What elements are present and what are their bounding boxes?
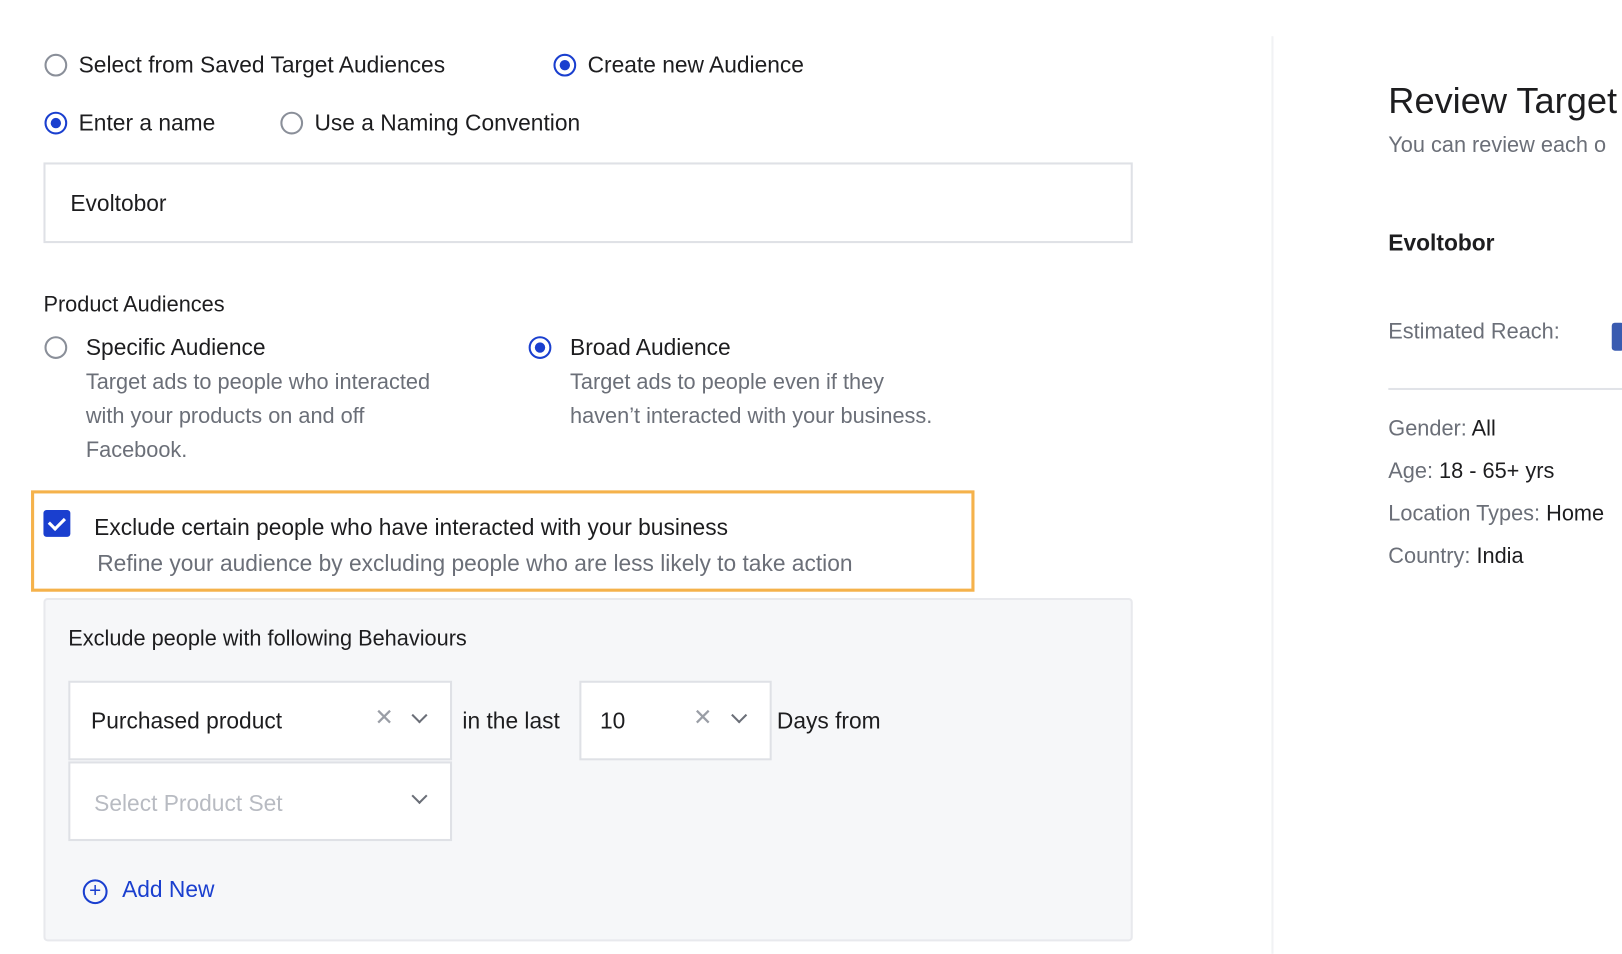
exclude-description: Refine your audience by excluding people… [97, 550, 853, 577]
option-description: Target ads to people who interacted with … [85, 370, 431, 463]
radio-saved-audiences[interactable] [44, 53, 68, 77]
radio-label: Broad Audience [570, 334, 731, 361]
name-value: Evoltobor [70, 190, 167, 217]
radio-label: Enter a name [78, 109, 216, 136]
review-subtitle: You can review each o [1388, 133, 1607, 158]
reach-indicator [1611, 322, 1622, 351]
radio-enter-name[interactable] [44, 111, 68, 135]
product-set-placeholder: Select Product Set [94, 790, 283, 817]
behaviour-value: Purchased product [91, 707, 283, 734]
option-description: Target ads to people even if they haven’t… [570, 370, 933, 429]
radio-label: Use a Naming Convention [314, 109, 581, 136]
clear-icon[interactable]: ✕ [693, 704, 712, 731]
radio-create-audience[interactable] [553, 53, 577, 77]
plus-circle-icon[interactable]: + [82, 879, 108, 905]
radio-label: Select from Saved Target Audiences [78, 51, 446, 78]
radio-broad-audience[interactable] [528, 336, 552, 359]
clear-icon[interactable]: ✕ [374, 704, 393, 731]
add-new-link[interactable]: Add New [122, 876, 214, 903]
audience-name-input[interactable]: Evoltobor [43, 162, 1133, 244]
estimated-reach-label: Estimated Reach: [1388, 319, 1560, 344]
divider [1271, 36, 1274, 954]
exclude-label: Exclude certain people who have interact… [94, 514, 728, 541]
section-title: Product Audiences [43, 292, 225, 317]
days-select[interactable]: 10 [579, 680, 772, 761]
detail-gender: Gender: All [1388, 416, 1496, 441]
review-audience-name: Evoltobor [1388, 229, 1495, 256]
behaviours-title: Exclude people with following Behaviours [68, 626, 467, 651]
behaviour-select[interactable]: Purchased product [68, 680, 453, 761]
review-title: Review Target [1388, 80, 1618, 122]
radio-label: Specific Audience [85, 334, 266, 361]
product-set-select[interactable]: Select Product Set [68, 761, 453, 842]
radio-label: Create new Audience [587, 51, 804, 78]
radio-naming-convention[interactable] [280, 111, 304, 135]
divider [1388, 387, 1622, 391]
exclude-checkbox[interactable] [43, 510, 71, 537]
detail-location-types: Location Types: Home [1388, 501, 1605, 526]
detail-country: Country: India [1388, 544, 1524, 568]
radio-specific-audience[interactable] [44, 336, 68, 359]
detail-age: Age: 18 - 65+ yrs [1388, 459, 1555, 484]
days-from-label: Days from [776, 707, 881, 734]
days-value: 10 [600, 707, 626, 734]
in-the-last-label: in the last [462, 707, 560, 734]
check-icon [47, 512, 67, 532]
